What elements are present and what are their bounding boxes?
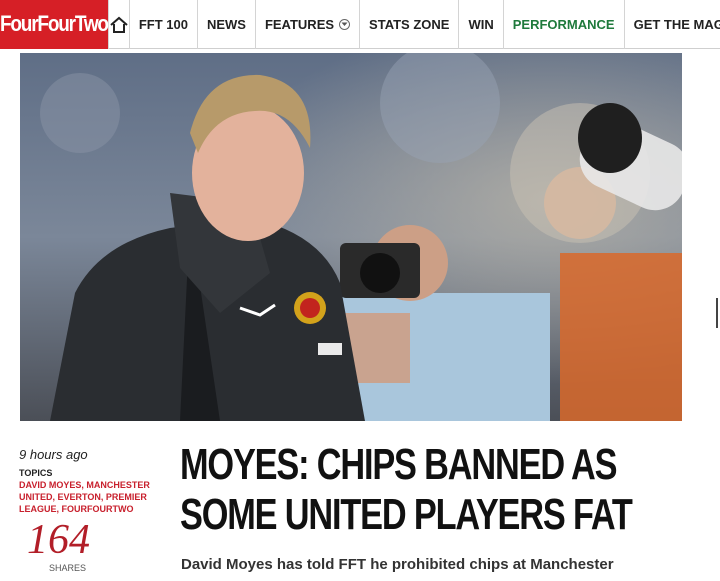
nav-get-the-mag[interactable]: GET THE MAG (623, 0, 720, 49)
publish-time: 9 hours ago (19, 447, 88, 462)
topics-label: TOPICS (19, 468, 53, 478)
share-count: 164 (27, 517, 90, 563)
article-headline: MOYES: CHIPS BANNED AS SOME UNITED PLAYE… (180, 440, 633, 539)
nav-features[interactable]: FEATURES (254, 0, 359, 49)
top-navigation: FourFourTwo FFT 100 NEWS FEATURES STATS … (0, 0, 720, 49)
nav-fft100[interactable]: FFT 100 (128, 0, 197, 49)
scrollbar-thumb[interactable] (716, 298, 718, 328)
nav-performance[interactable]: PERFORMANCE (502, 0, 624, 49)
hero-image (20, 53, 682, 421)
nav-home[interactable] (107, 0, 129, 49)
fourfourtwo-logo[interactable]: FourFourTwo (0, 0, 109, 49)
article-meta: 9 hours ago TOPICS DAVID MOYES, MANCHEST… (19, 447, 159, 573)
chevron-down-icon (339, 19, 351, 30)
home-icon (110, 16, 128, 33)
hero-photo (20, 53, 682, 421)
nav-news[interactable]: NEWS (196, 0, 255, 49)
nav-win[interactable]: WIN (458, 0, 502, 49)
shares-label: SHARES (49, 563, 87, 573)
article-standfirst: David Moyes has told FFT he prohibited c… (181, 556, 614, 573)
topics-links[interactable]: DAVID MOYES, MANCHESTER UNITED, EVERTON,… (19, 479, 159, 515)
nav-stats-zone[interactable]: STATS ZONE (359, 0, 458, 49)
